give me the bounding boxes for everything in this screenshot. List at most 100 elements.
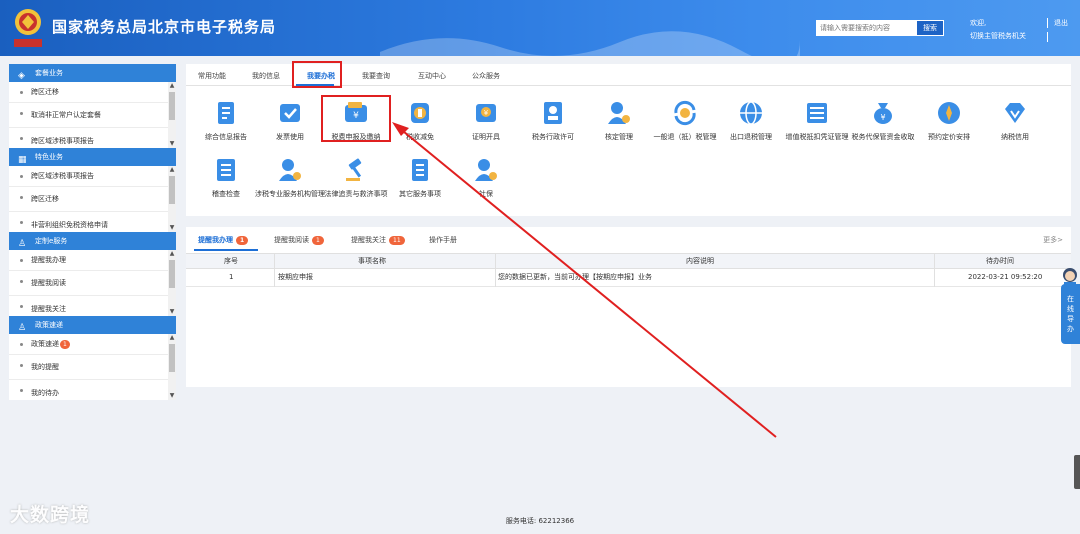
money-bag-icon: ¥	[874, 103, 892, 124]
panel-title: 定制e服务	[35, 237, 68, 245]
function-item[interactable]: 预约定价安排	[913, 100, 985, 142]
function-item[interactable]: 核定管理	[583, 100, 655, 142]
panel-body: 跨区域涉税事项报告 跨区迁移 非营利组织免税资格申请 ▲ ▼	[9, 166, 176, 232]
function-item[interactable]: 社保	[450, 157, 522, 199]
welcome-text: 欢迎,	[970, 19, 987, 27]
scroll-down-icon[interactable]: ▼	[168, 224, 176, 232]
panel-body: 跨区迁移 取消非正常户认定套餐 跨区域涉税事项报告 ▲ ▼	[9, 82, 176, 148]
scroll-up-icon[interactable]: ▲	[168, 82, 176, 90]
tab-label: 提醒我关注	[351, 236, 386, 244]
logout-link[interactable]: 退出	[1054, 18, 1068, 28]
function-label: 核定管理	[605, 133, 633, 141]
column-header: 序号	[224, 257, 238, 265]
search-button[interactable]: 搜索	[916, 20, 944, 36]
panel-policy-express[interactable]: ♙ 政策速递	[9, 316, 176, 334]
table-row[interactable]: 1 按期应申报 您的数据已更新，当前可办理【按期应申报】业务 2022-03-2…	[186, 269, 1071, 287]
svg-text:¥: ¥	[880, 113, 885, 122]
tab-remind-follow[interactable]: 提醒我关注 11	[351, 235, 405, 245]
switch-tax-authority-link[interactable]: 切换主管税务机关	[970, 31, 1026, 41]
online-guide-label: 在线导办	[1067, 295, 1074, 333]
scroll-up-icon[interactable]: ▲	[168, 250, 176, 258]
function-item[interactable]: ¥ 税费申报及缴纳	[320, 100, 392, 142]
panel-package-business[interactable]: ◈ 套餐业务	[9, 64, 176, 82]
cell-name[interactable]: 按期应申报	[278, 269, 313, 286]
tab-manual[interactable]: 操作手册	[429, 235, 457, 245]
function-item[interactable]: 增值税抵扣凭证管理	[781, 100, 853, 142]
sidebar-scrollbar[interactable]: ▲ ▼	[168, 82, 176, 148]
scroll-down-icon[interactable]: ▼	[168, 392, 176, 400]
coin-icon	[411, 103, 429, 123]
panel-title: 政策速递	[35, 321, 63, 329]
site-title: 国家税务总局北京市电子税务局	[52, 18, 277, 36]
sidebar-scrollbar[interactable]: ▲ ▼	[168, 334, 176, 400]
function-label: 出口退税管理	[730, 133, 772, 141]
active-tab-indicator	[194, 249, 258, 251]
sidebar-item[interactable]: 跨区域涉税事项报告	[9, 166, 176, 187]
function-label: 证明开具	[472, 133, 500, 141]
count-badge: 11	[389, 236, 405, 245]
tab-my-info[interactable]: 我的信息	[252, 71, 280, 81]
tab-common-functions[interactable]: 常用功能	[198, 71, 226, 81]
function-label: 税收减免	[406, 133, 434, 141]
scroll-thumb[interactable]	[169, 92, 175, 120]
function-item[interactable]: 纳税信用	[979, 100, 1051, 142]
function-item[interactable]: ¥ 税务代保管资金收取	[847, 100, 919, 142]
function-item[interactable]: 稽查检查	[190, 157, 262, 199]
sidebar-scrollbar[interactable]: ▲ ▼	[168, 250, 176, 316]
panel-title: 特色业务	[35, 153, 63, 161]
cell-no: 1	[229, 273, 234, 281]
sidebar-item[interactable]: 跨区域涉税事项报告	[9, 128, 176, 148]
tab-my-query[interactable]: 我要查询	[362, 71, 390, 81]
panel-featured-business[interactable]: ▦ 特色业务	[9, 148, 176, 166]
tax-emblem-icon	[14, 9, 42, 47]
scroll-down-icon[interactable]: ▼	[168, 140, 176, 148]
function-item[interactable]: 一般退（抵）税管理	[649, 100, 721, 142]
function-label: 增值税抵扣凭证管理	[785, 133, 849, 141]
function-item[interactable]: 综合信息报告	[190, 100, 262, 142]
sidebar-item[interactable]: 政策速递 1	[9, 334, 176, 355]
sidebar-scrollbar[interactable]: ▲ ▼	[168, 166, 176, 232]
more-link[interactable]: 更多>	[1043, 235, 1063, 245]
function-label: 涉税专业服务机构管理	[255, 190, 325, 198]
tab-remind-read[interactable]: 提醒我阅读 1	[274, 235, 324, 245]
scroll-up-icon[interactable]: ▲	[168, 166, 176, 174]
scroll-up-icon[interactable]: ▲	[168, 334, 176, 342]
list-icon	[412, 159, 428, 181]
function-item[interactable]: 税收减免	[384, 100, 456, 142]
inspection-icon	[217, 159, 235, 181]
online-guide-button[interactable]: 在线导办	[1061, 284, 1080, 344]
sidebar-item[interactable]: 我的待办	[9, 380, 176, 400]
tab-interaction-center[interactable]: 互动中心	[418, 71, 446, 81]
function-item[interactable]: 税务行政许可	[517, 100, 589, 142]
scroll-thumb[interactable]	[169, 176, 175, 204]
divider	[495, 253, 496, 287]
scroll-thumb[interactable]	[169, 260, 175, 288]
panel-custom-e-service[interactable]: ♙ 定制e服务	[9, 232, 176, 250]
sidebar-item[interactable]: 提醒我办理	[9, 250, 176, 271]
function-item[interactable]: 发票使用	[254, 100, 326, 142]
sidebar-item[interactable]: 提醒我关注	[9, 296, 176, 316]
function-item[interactable]: 涉税专业服务机构管理	[254, 157, 326, 199]
tab-public-service[interactable]: 公众服务	[472, 71, 500, 81]
table-header: 序号 事项名称 内容说明 待办时间	[186, 253, 1071, 269]
sidebar-item[interactable]: 取消非正常户认定套餐	[9, 103, 176, 128]
highlight-box-tab	[292, 61, 342, 88]
sidebar-item[interactable]: 非营利组织免税资格申请	[9, 212, 176, 232]
search-input[interactable]	[816, 20, 916, 36]
sidebar-item[interactable]: 跨区迁移	[9, 82, 176, 103]
sidebar-item[interactable]: 跨区迁移	[9, 187, 176, 212]
sidebar-item[interactable]: 我的提醒	[9, 355, 176, 380]
sidebar-item-label: 政策速递	[31, 340, 59, 348]
diamond-icon	[1005, 103, 1025, 123]
side-handle[interactable]	[1074, 455, 1080, 489]
scroll-down-icon[interactable]: ▼	[168, 308, 176, 316]
service-phone: 服务电话: 62212366	[505, 517, 575, 525]
function-item[interactable]: ¥ 证明开具	[450, 100, 522, 142]
function-item[interactable]: 其它服务事项	[384, 157, 456, 199]
tab-remind-handle[interactable]: 提醒我办理 1	[198, 235, 249, 245]
count-badge: 1	[236, 236, 249, 245]
sidebar-item[interactable]: 提醒我阅读	[9, 271, 176, 296]
scroll-thumb[interactable]	[169, 344, 175, 372]
function-item[interactable]: 出口退税管理	[715, 100, 787, 142]
function-item[interactable]: 法律追责与救济事项	[320, 157, 392, 199]
